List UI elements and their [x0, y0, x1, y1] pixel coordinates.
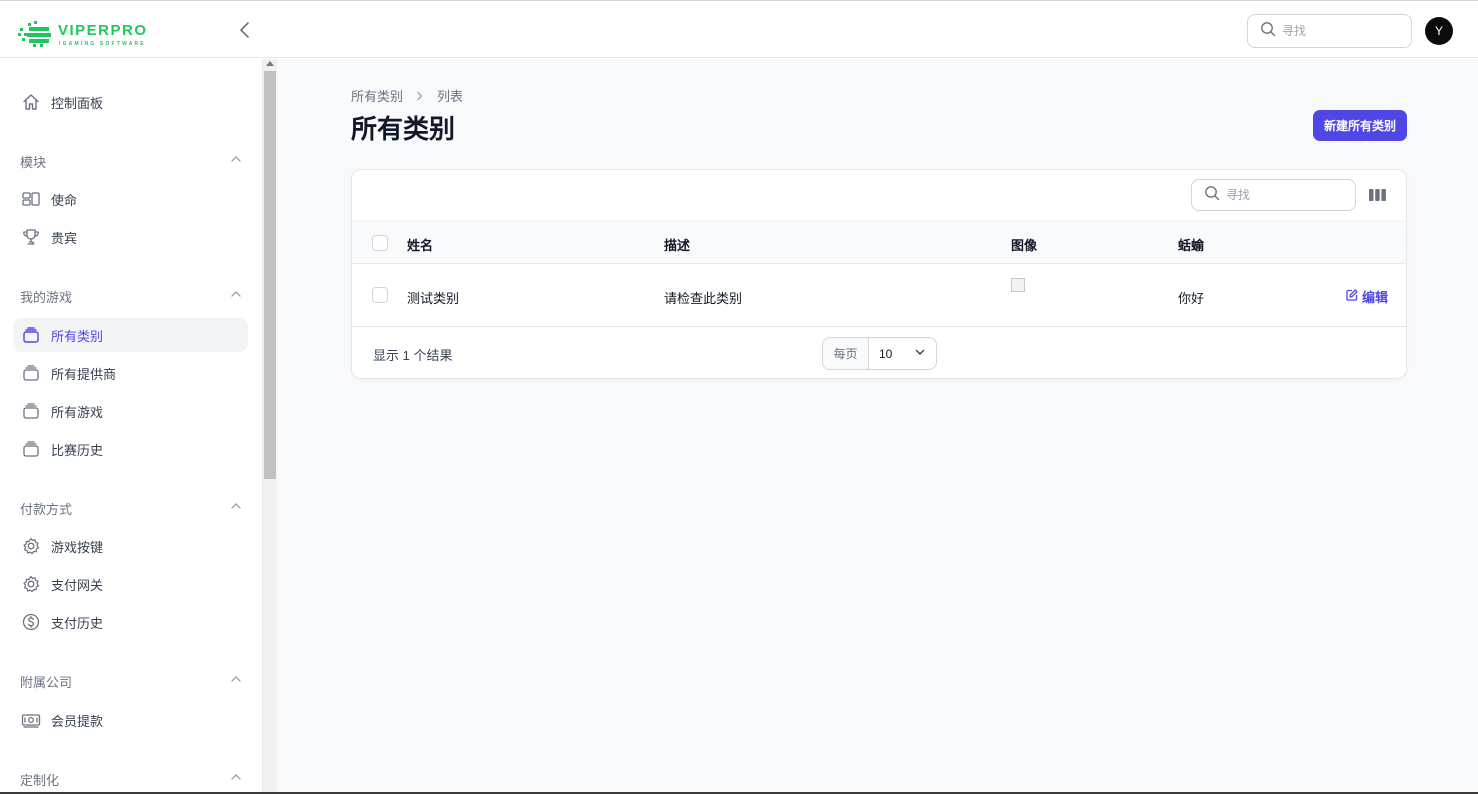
sidebar-item-member-withdrawals[interactable]: 会员提款: [13, 703, 248, 737]
sidebar-item-label: 比赛历史: [51, 442, 104, 458]
sidebar-item-vip[interactable]: 贵宾: [13, 220, 248, 254]
broken-image-icon: [1011, 278, 1025, 292]
sidebar-item-payment-history[interactable]: 支付历史: [13, 605, 248, 639]
sidebar-item-label: 贵宾: [51, 230, 78, 246]
stack-icon: [21, 325, 41, 345]
main-content: 所有类别 列表 所有类别 新建所有类别 姓名 描述 图像 蛞蝓 测试类别 请检查…: [277, 59, 1478, 794]
new-category-button[interactable]: 新建所有类别: [1313, 110, 1407, 141]
sidebar-group-label: 我的游戏: [20, 289, 73, 305]
column-header-name[interactable]: 姓名: [407, 235, 433, 254]
chevron-up-icon: [230, 672, 242, 690]
sidebar-group-payment-methods[interactable]: 付款方式: [20, 498, 242, 518]
cell-description: 请检查此类别: [664, 291, 743, 306]
stack-icon: [21, 439, 41, 459]
per-page-value: 10: [879, 346, 893, 361]
sidebar-item-label: 所有提供商: [51, 366, 117, 382]
breadcrumb-current: 列表: [437, 89, 464, 104]
sidebar: 控制面板 模块 使命 贵宾 我的游戏 所有类别 所有提供商 所有游戏 比赛历史 …: [0, 59, 262, 794]
sidebar-item-all-games[interactable]: 所有游戏: [13, 394, 248, 428]
scrollbar-thumb[interactable]: [264, 71, 276, 479]
sidebar-item-label: 支付历史: [51, 615, 104, 631]
sidebar-item-label: 游戏按键: [51, 539, 104, 555]
search-icon: [1204, 185, 1220, 206]
cash-icon: [21, 710, 41, 730]
breadcrumb: 所有类别 列表: [351, 86, 463, 105]
per-page-label: 每页: [823, 338, 869, 369]
cell-slug: 你好: [1178, 291, 1205, 306]
global-search[interactable]: [1247, 14, 1412, 48]
search-icon: [1260, 21, 1276, 42]
row-checkbox[interactable]: [372, 287, 388, 303]
sidebar-group-label: 定制化: [20, 772, 60, 788]
sidebar-item-label: 会员提款: [51, 713, 104, 729]
sidebar-group-label: 附属公司: [20, 674, 73, 690]
sidebar-group-modules[interactable]: 模块: [20, 151, 242, 171]
table-row[interactable]: 测试类别 请检查此类别 你好 编辑: [352, 264, 1406, 327]
sidebar-item-label: 所有类别: [51, 328, 104, 344]
sidebar-item-all-categories[interactable]: 所有类别: [13, 318, 248, 352]
sidebar-group-label: 模块: [20, 154, 47, 170]
sidebar-item-label: 控制面板: [51, 95, 104, 111]
chevron-up-icon: [230, 152, 242, 170]
cell-name: 测试类别: [407, 291, 460, 306]
sidebar-item-dashboard[interactable]: 控制面板: [13, 85, 248, 119]
logo-text: VIPERPRO: [58, 22, 148, 39]
stack-icon: [21, 363, 41, 383]
gear-icon: [21, 536, 41, 556]
table-search[interactable]: [1191, 179, 1356, 211]
user-avatar[interactable]: Y: [1425, 17, 1453, 45]
sidebar-scrollbar[interactable]: [262, 59, 277, 794]
logo-subtext: IGAMING SOFTWARE: [59, 41, 146, 47]
edit-button[interactable]: 编辑: [1346, 287, 1388, 306]
chevron-up-icon: [230, 770, 242, 788]
sidebar-group-my-games[interactable]: 我的游戏: [20, 286, 242, 306]
layout-icon: [21, 189, 41, 209]
scroll-up-arrow-icon[interactable]: [266, 61, 274, 66]
sidebar-item-label: 使命: [51, 192, 78, 208]
sidebar-item-all-providers[interactable]: 所有提供商: [13, 356, 248, 390]
chevron-down-icon: [914, 346, 926, 361]
global-search-input[interactable]: [1282, 24, 1402, 38]
chevron-right-icon: [415, 91, 425, 101]
columns-toggle-icon[interactable]: [1369, 188, 1386, 202]
stack-icon: [21, 401, 41, 421]
dollar-icon: [21, 612, 41, 632]
table-search-input[interactable]: [1226, 188, 1346, 202]
results-count: 显示 1 个结果: [373, 348, 453, 363]
table-header: 姓名 描述 图像 蛞蝓: [352, 220, 1406, 264]
select-all-checkbox[interactable]: [372, 235, 388, 251]
trophy-icon: [21, 227, 41, 247]
sidebar-item-missions[interactable]: 使命: [13, 182, 248, 216]
per-page-dropdown[interactable]: 10: [869, 338, 936, 369]
per-page-select[interactable]: 每页 10: [822, 337, 937, 370]
collapse-sidebar-icon[interactable]: [236, 21, 254, 39]
sidebar-item-label: 所有游戏: [51, 404, 104, 420]
sidebar-group-affiliates[interactable]: 附属公司: [20, 671, 242, 691]
viperpro-logo[interactable]: VIPERPRO IGAMING SOFTWARE: [18, 19, 158, 49]
top-bar: VIPERPRO IGAMING SOFTWARE Y: [0, 0, 1478, 58]
edit-label: 编辑: [1362, 290, 1389, 305]
column-header-image[interactable]: 图像: [1011, 235, 1037, 254]
sidebar-item-match-history[interactable]: 比赛历史: [13, 432, 248, 466]
column-header-description[interactable]: 描述: [664, 235, 690, 254]
page-title: 所有类别: [351, 114, 456, 144]
chevron-up-icon: [230, 499, 242, 517]
chevron-up-icon: [230, 287, 242, 305]
sidebar-group-customization[interactable]: 定制化: [20, 769, 242, 789]
pencil-square-icon: [1346, 289, 1362, 304]
breadcrumb-link-categories[interactable]: 所有类别: [351, 86, 403, 105]
sidebar-item-payment-gateway[interactable]: 支付网关: [13, 567, 248, 601]
categories-table-card: 姓名 描述 图像 蛞蝓 测试类别 请检查此类别 你好 编辑 显示 1 个结果 每…: [351, 169, 1407, 379]
sidebar-item-game-keys[interactable]: 游戏按键: [13, 529, 248, 563]
home-icon: [21, 92, 41, 112]
column-header-slug[interactable]: 蛞蝓: [1178, 235, 1204, 254]
gear-icon: [21, 574, 41, 594]
sidebar-group-label: 付款方式: [20, 501, 73, 517]
sidebar-item-label: 支付网关: [51, 577, 104, 593]
